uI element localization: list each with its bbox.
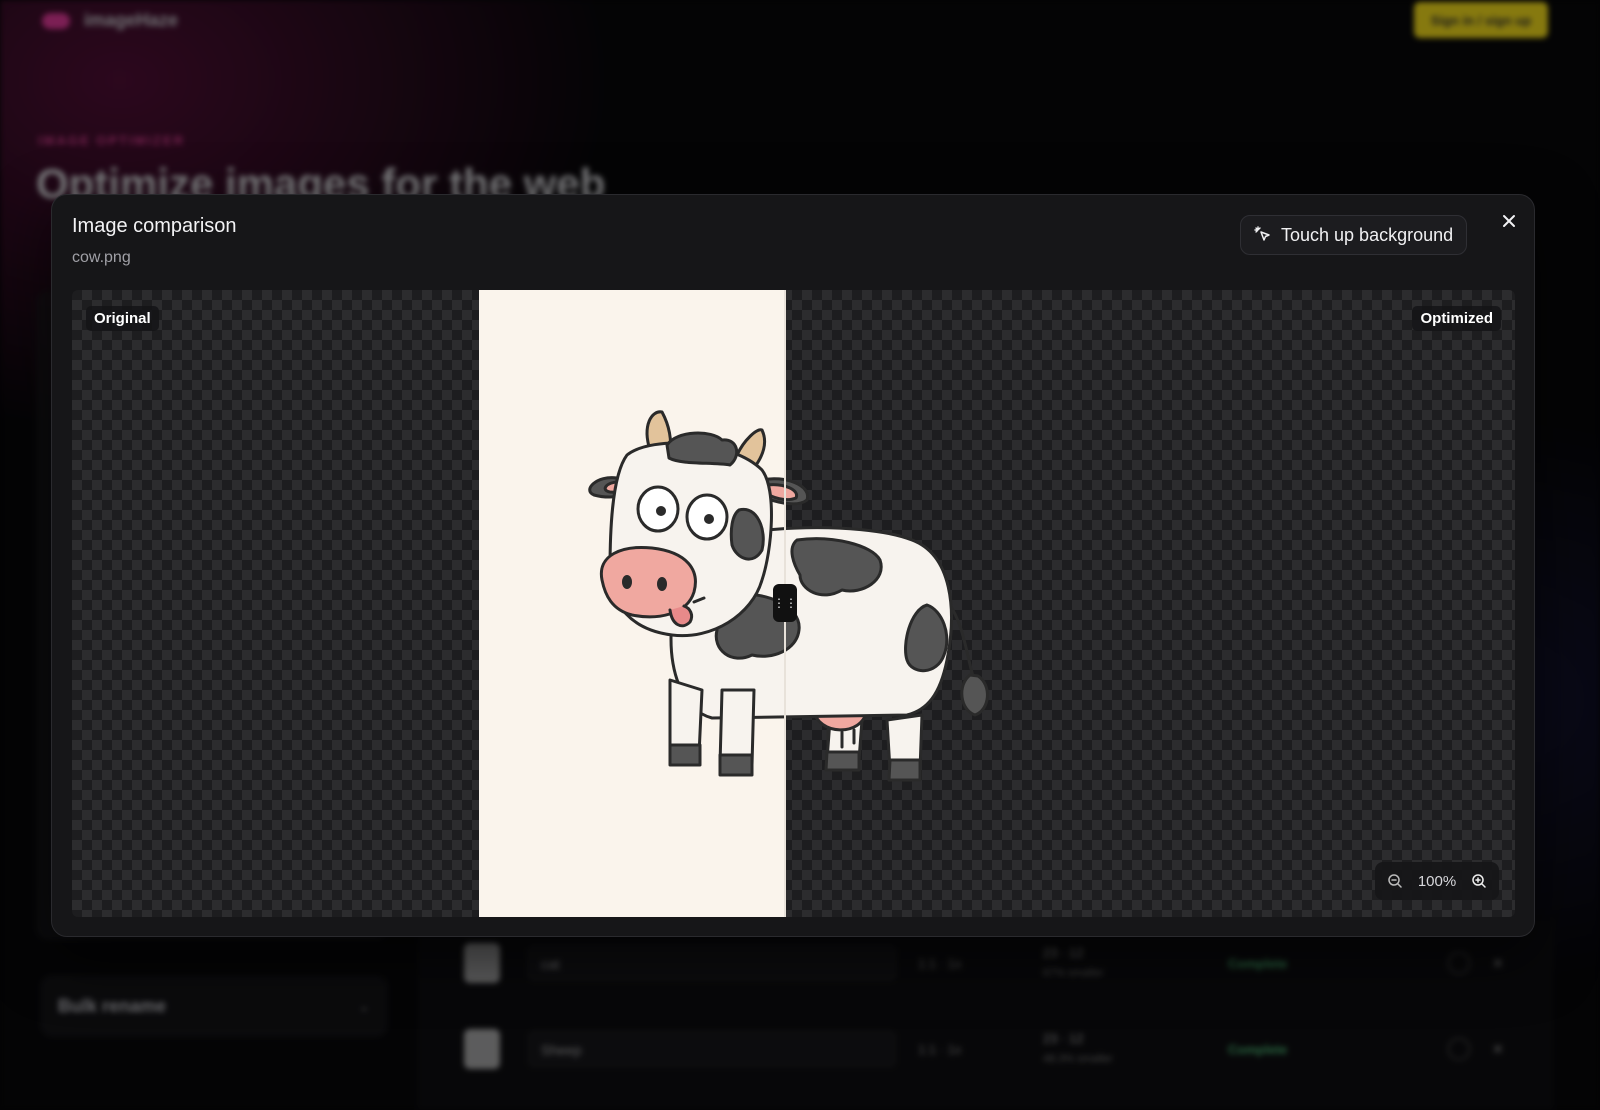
zoom-out-button[interactable] xyxy=(1385,871,1405,891)
modal-filename: cow.png xyxy=(72,249,131,266)
image-comparison-modal: Image comparison cow.png Touch up backgr… xyxy=(51,194,1535,937)
zoom-in-icon xyxy=(1472,874,1486,888)
zoom-level: 100% xyxy=(1417,872,1457,890)
zoom-in-button[interactable] xyxy=(1469,871,1489,891)
optimized-label: Optimized xyxy=(1412,306,1501,331)
touch-up-label: Touch up background xyxy=(1281,224,1454,245)
original-label: Original xyxy=(86,306,159,331)
touch-up-background-button[interactable]: Touch up background xyxy=(1240,215,1467,255)
cursor-sparkle-icon xyxy=(1254,226,1270,241)
comparison-viewer[interactable]: ⋮⋮ Original Optimized 100% xyxy=(72,290,1515,917)
zoom-controls: 100% xyxy=(1375,862,1499,900)
close-icon xyxy=(1503,215,1515,227)
zoom-out-icon xyxy=(1388,874,1402,888)
drag-handle-icon[interactable]: ⋮⋮ xyxy=(773,584,797,622)
close-button[interactable] xyxy=(1497,209,1521,233)
modal-title: Image comparison xyxy=(72,215,237,237)
